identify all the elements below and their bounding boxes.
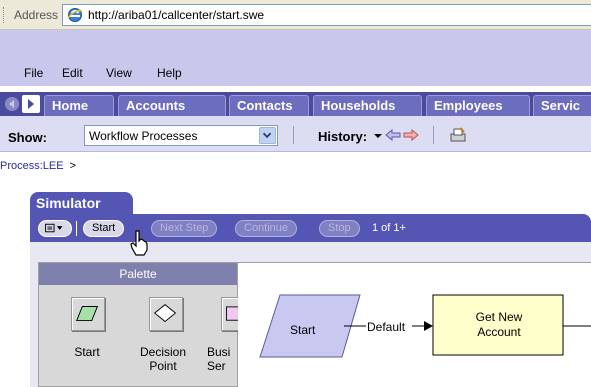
breadcrumb: Process:LEE > bbox=[0, 160, 76, 172]
palette-panel: Palette Start Decision Point Busi Ser bbox=[38, 262, 240, 387]
get-new-account-label: Get New Account bbox=[475, 310, 523, 339]
start-node-label: Start bbox=[290, 323, 316, 337]
arrowhead-icon bbox=[424, 321, 433, 331]
tab-households[interactable]: Households bbox=[313, 95, 422, 116]
simulator-title: Simulator bbox=[36, 195, 101, 211]
tab-accounts[interactable]: Accounts bbox=[118, 95, 226, 116]
palette-item-decision-point[interactable] bbox=[149, 297, 183, 331]
continue-button[interactable]: Continue bbox=[235, 220, 298, 237]
simulator-toolbar: Start Next Step Continue Stop 1 of 1+ bbox=[30, 214, 591, 242]
tab-employees[interactable]: Employees bbox=[426, 95, 530, 116]
internet-explorer-icon bbox=[67, 8, 83, 22]
address-label: Address bbox=[14, 8, 59, 22]
simulator-menu-button[interactable] bbox=[38, 220, 72, 237]
step-counter: 1 of 1+ bbox=[372, 222, 406, 234]
breadcrumb-process-link[interactable]: Process:LEE bbox=[0, 160, 64, 172]
address-input[interactable]: http://ariba01/callcenter/start.swe bbox=[62, 4, 591, 26]
toolbar-divider bbox=[293, 126, 294, 144]
business-service-icon bbox=[226, 306, 240, 321]
toolbar-grip[interactable] bbox=[3, 7, 6, 23]
screen-tabs: Home Accounts Contacts Households Employ… bbox=[0, 92, 591, 116]
scroll-right-button[interactable] bbox=[22, 95, 40, 113]
palette-item-start[interactable] bbox=[71, 297, 105, 331]
tab-service[interactable]: Servic bbox=[533, 95, 591, 116]
menu-bar: File Edit View Help bbox=[0, 30, 591, 86]
tab-contacts[interactable]: Contacts bbox=[229, 95, 309, 116]
default-connector-label: Default bbox=[367, 320, 406, 334]
address-bar: Address http://ariba01/callcenter/start.… bbox=[0, 0, 591, 30]
print-icon[interactable] bbox=[449, 126, 467, 144]
palette-title: Palette bbox=[39, 263, 237, 285]
start-parallelogram-icon bbox=[76, 306, 99, 322]
show-toolbar: Show: Workflow Processes History: bbox=[0, 116, 591, 152]
back-arrow-icon[interactable] bbox=[385, 128, 401, 142]
breadcrumb-separator: > bbox=[69, 160, 77, 172]
scroll-right-icon bbox=[28, 99, 34, 109]
history-dropdown-icon[interactable] bbox=[374, 132, 382, 140]
simulator-tab: Simulator bbox=[30, 192, 133, 214]
toolbar-divider bbox=[433, 126, 434, 144]
hand-cursor-icon bbox=[130, 230, 148, 256]
forward-arrow-icon[interactable] bbox=[403, 128, 419, 142]
tab-home[interactable]: Home bbox=[44, 95, 114, 116]
palette-label-decision-point: Decision Point bbox=[139, 345, 187, 373]
stop-button[interactable]: Stop bbox=[319, 220, 360, 237]
start-button[interactable]: Start bbox=[83, 220, 125, 237]
scroll-left-icon[interactable] bbox=[4, 96, 20, 112]
chevron-down-icon[interactable] bbox=[259, 127, 276, 144]
menu-dropdown-icon bbox=[45, 223, 63, 233]
next-step-button[interactable]: Next Step bbox=[151, 220, 218, 237]
menu-view[interactable]: View bbox=[106, 66, 132, 80]
menu-help[interactable]: Help bbox=[157, 66, 182, 80]
history-label: History: bbox=[318, 129, 368, 144]
toolbar-divider bbox=[76, 221, 77, 236]
menu-file[interactable]: File bbox=[24, 66, 43, 80]
menu-edit[interactable]: Edit bbox=[62, 66, 83, 80]
workflow-canvas[interactable]: Start Default Get New Account bbox=[238, 262, 591, 387]
palette-item-business-service[interactable] bbox=[221, 297, 240, 331]
palette-label-start: Start bbox=[74, 345, 100, 359]
show-dropdown-value: Workflow Processes bbox=[89, 129, 198, 143]
address-url: http://ariba01/callcenter/start.swe bbox=[88, 8, 265, 22]
palette-label-business-service: Busi Ser bbox=[207, 345, 231, 373]
show-label: Show: bbox=[8, 130, 47, 145]
decision-diamond-icon bbox=[153, 303, 177, 323]
show-dropdown[interactable]: Workflow Processes bbox=[84, 125, 278, 146]
